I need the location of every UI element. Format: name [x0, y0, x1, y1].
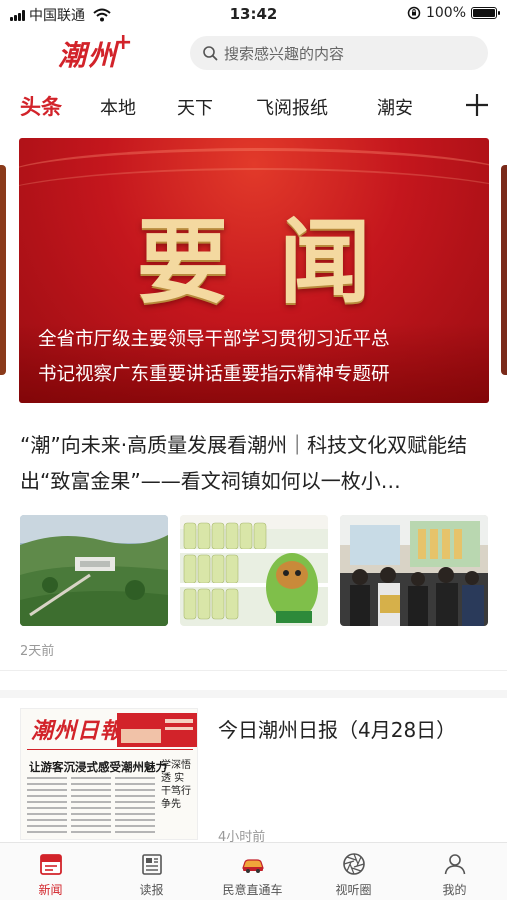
nav-public-voice[interactable]: 民意直通车	[202, 843, 303, 900]
paper-headline: 让游客沉浸式感受潮州魅力	[29, 760, 167, 774]
tab-world[interactable]: 天下	[177, 94, 213, 120]
add-channel-icon[interactable]	[462, 90, 492, 120]
header: 潮州 + 搜索感兴趣的内容	[0, 30, 507, 76]
paper-ad-block	[117, 713, 197, 747]
search-placeholder: 搜索感兴趣的内容	[224, 44, 345, 63]
battery-icon	[471, 7, 500, 19]
article-image-booth[interactable]	[340, 515, 488, 626]
bottom-nav: 新闻 读报 民意直通车 视听圈 我的	[0, 842, 507, 900]
user-icon	[444, 854, 466, 875]
newspaper-icon	[142, 854, 162, 875]
article-title[interactable]: “潮”向未来·高质量发展看潮州｜科技文化双赋能结出“致富金果”——看文祠镇如何以…	[20, 427, 490, 499]
app-logo[interactable]: 潮州	[58, 34, 118, 74]
app-logo-plus: +	[114, 30, 133, 55]
nav-label: 新闻	[38, 883, 63, 897]
article-image-aerial[interactable]	[20, 515, 168, 626]
headline-banner[interactable]: 要闻 全省市厅级主要领导干部学习贯彻习近平总 书记视察广东重要讲话重要指示精神专…	[19, 138, 489, 403]
article-image-products[interactable]	[180, 515, 328, 626]
article-time: 2天前	[20, 644, 55, 659]
search-input[interactable]: 搜索感兴趣的内容	[190, 36, 488, 70]
tab-fade	[440, 88, 462, 128]
battery-fill	[473, 9, 495, 17]
status-right: 100%	[407, 5, 500, 21]
channel-tabs: 头条 本地 天下 飞阅报纸 潮安	[0, 88, 507, 128]
banner-caption-line: 书记视察广东重要讲话重要指示精神专题研	[38, 364, 390, 385]
banner-caption-line: 全省市厅级主要领导干部学习贯彻习近平总	[38, 329, 390, 350]
search-icon	[203, 46, 218, 61]
nav-label: 我的	[442, 883, 467, 897]
nav-label: 民意直通车	[222, 883, 283, 897]
battery-percent: 100%	[425, 5, 466, 21]
tab-local[interactable]: 本地	[100, 94, 136, 120]
news-icon	[40, 854, 62, 875]
nav-read-paper[interactable]: 读报	[101, 843, 202, 900]
paper-body-text	[27, 777, 155, 833]
article-title[interactable]: 今日潮州日报（4月28日）	[218, 714, 456, 743]
section-divider	[0, 690, 507, 698]
aperture-icon	[343, 853, 365, 875]
nav-audio-video[interactable]: 视听圈	[303, 843, 404, 900]
status-bar: 中国联通 13:42 100%	[0, 0, 507, 28]
nav-label: 视听圈	[335, 883, 372, 897]
paper-rule	[27, 749, 193, 750]
nav-profile[interactable]: 我的	[404, 843, 505, 900]
divider	[0, 670, 507, 671]
banner-title: 要闻	[136, 208, 421, 316]
car-icon	[242, 859, 264, 873]
newspaper-thumbnail[interactable]: 潮州日報 让游客沉浸式感受潮州魅力 学深悟透 实干笃行 争先	[20, 708, 198, 840]
nav-label: 读报	[139, 883, 164, 897]
carousel-next-peek[interactable]	[501, 165, 507, 375]
nav-news[interactable]: 新闻	[0, 843, 101, 900]
paper-subhead: 学深悟透 实干笃行 争先	[161, 760, 191, 810]
tab-chaoan[interactable]: 潮安	[377, 94, 413, 120]
tab-headlines[interactable]: 头条	[20, 91, 62, 121]
orientation-lock-icon	[407, 6, 421, 20]
paper-masthead: 潮州日報	[31, 718, 124, 744]
carousel-prev-peek[interactable]	[0, 165, 6, 375]
tab-newspaper[interactable]: 飞阅报纸	[256, 94, 328, 120]
